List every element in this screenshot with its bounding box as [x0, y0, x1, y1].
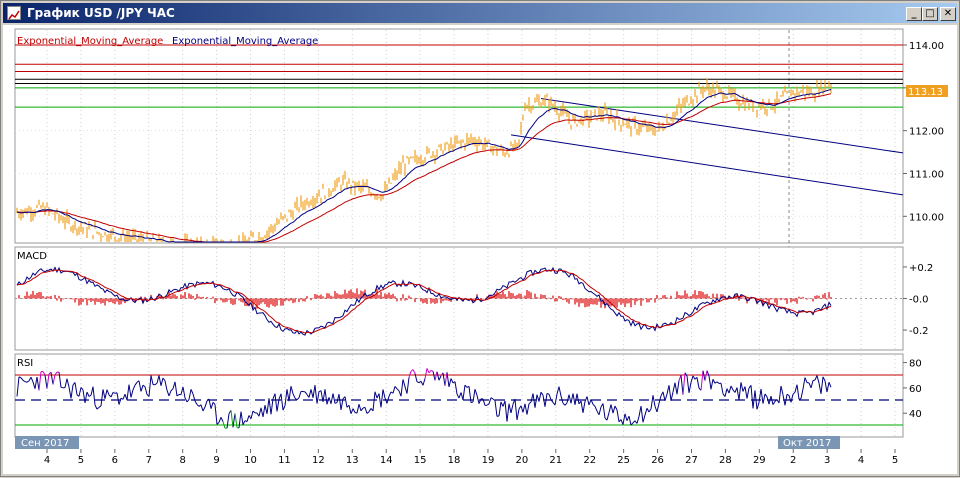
month-label-oct: Окт 2017 — [783, 438, 831, 449]
time-tick-label: 19 — [482, 455, 495, 466]
rsi-segment — [799, 399, 801, 400]
rsi-panel[interactable]: RSI 80 60 40 — [15, 354, 922, 437]
time-tick-label: 4 — [44, 455, 50, 466]
chart-svg[interactable]: Exponential_Moving_Average Exponential_M… — [3, 25, 957, 474]
price-panel-frame — [15, 29, 903, 243]
macd-axis: +0.2 -0.0 -0.2 — [903, 263, 933, 337]
chart-icon — [7, 6, 21, 20]
time-tick-label: 12 — [312, 455, 325, 466]
time-tick-label: 20 — [516, 455, 529, 466]
time-tick-label: 13 — [346, 455, 359, 466]
month-label-sep: Сен 2017 — [21, 438, 69, 449]
price-tick-label: 112.00 — [909, 127, 944, 138]
time-tick-label: 2 — [790, 455, 796, 466]
time-tick-label: 11 — [278, 455, 291, 466]
rsi-segment — [61, 387, 63, 388]
rsi-segment — [547, 394, 549, 395]
time-tick-label: 22 — [583, 455, 596, 466]
price-tick-label: 110.00 — [909, 212, 944, 223]
time-tick-label: 18 — [448, 455, 461, 466]
time-tick-label: 14 — [380, 455, 393, 466]
macd-tick-label: +0.2 — [909, 263, 933, 274]
time-tick-label: 6 — [112, 455, 118, 466]
macd-label: MACD — [17, 251, 47, 262]
price-tick-label: 114.00 — [909, 41, 944, 52]
time-tick-label: 5 — [78, 455, 84, 466]
time-tick-label: 8 — [179, 455, 185, 466]
month-labels: Сен 2017 Окт 2017 — [15, 436, 840, 449]
macd-panel[interactable]: MACD +0.2 -0.0 -0.2 — [15, 247, 933, 350]
legend-ema-blue: Exponential_Moving_Average — [172, 36, 318, 47]
price-axis: 114.00113.00112.00111.00110.00 — [903, 41, 944, 223]
rsi-segment — [471, 402, 473, 403]
maximize-button[interactable]: □ — [922, 7, 938, 21]
time-tick-label: 3 — [824, 455, 830, 466]
time-tick-label: 21 — [549, 455, 562, 466]
time-tick-label: 28 — [719, 455, 732, 466]
time-tick-label: 29 — [753, 455, 766, 466]
minimize-button[interactable]: _ — [906, 7, 922, 21]
title-bar[interactable]: График USD /JPY ЧАС _ □ ✕ — [3, 3, 957, 23]
time-tick-label: 5 — [892, 455, 898, 466]
window-title: График USD /JPY ЧАС — [27, 3, 175, 23]
macd-tick-label: -0.0 — [909, 295, 929, 306]
rsi-segment — [431, 371, 433, 372]
time-tick-label: 25 — [617, 455, 630, 466]
rsi-tick-label: 60 — [909, 384, 922, 395]
time-tick-label: 15 — [414, 455, 427, 466]
rsi-tick-label: 40 — [909, 409, 922, 420]
macd-tick-label: -0.2 — [909, 326, 929, 337]
time-tick-label: 26 — [651, 455, 664, 466]
rsi-segment — [813, 380, 815, 381]
rsi-label: RSI — [17, 358, 33, 369]
chart-area[interactable]: Exponential_Moving_Average Exponential_M… — [3, 25, 957, 474]
current-price-label: 113.13 — [908, 87, 943, 98]
rsi-segment — [497, 416, 499, 417]
close-button[interactable]: ✕ — [940, 7, 956, 21]
time-tick-label: 10 — [244, 455, 257, 466]
price-tick-label: 111.00 — [909, 169, 944, 180]
rsi-tick-label: 80 — [909, 359, 922, 370]
time-axis: 4 5 6 7 8 9 10 11 12 13 14 15 18 19 20 21 22 25 26 27 28 29 2 3… — [44, 449, 898, 466]
rsi-segment — [25, 382, 27, 383]
time-tick-label: 4 — [858, 455, 864, 466]
time-tick-label: 7 — [146, 455, 152, 466]
legend-ema-red: Exponential_Moving_Average — [17, 36, 163, 47]
time-tick-label: 27 — [685, 455, 698, 466]
rsi-axis: 80 60 40 — [903, 359, 922, 421]
time-tick-label: 9 — [213, 455, 219, 466]
chart-window: График USD /JPY ЧАС _ □ ✕ Exponential_Mo… — [0, 0, 960, 477]
